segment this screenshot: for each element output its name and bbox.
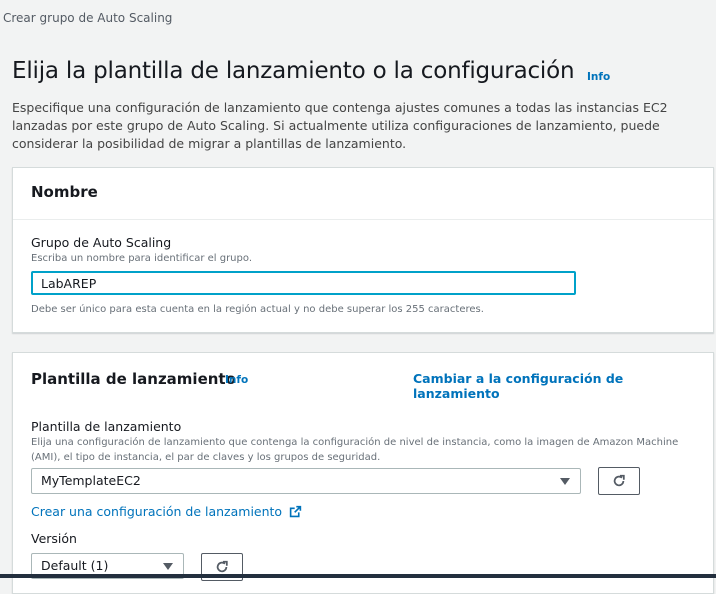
asg-name-description: Escriba un nombre para identificar el gr… (31, 253, 252, 264)
refresh-icon (216, 560, 228, 573)
refresh-templates-button[interactable] (598, 467, 640, 495)
page-title: Elija la plantilla de lanzamiento o la c… (12, 58, 575, 84)
launch-template-select[interactable]: MyTemplateEC2 (31, 468, 581, 494)
version-select-value: Default (1) (41, 558, 109, 573)
create-launch-configuration-label: Crear una configuración de lanzamiento (31, 504, 283, 519)
launch-template-description: Elija una configuración de lanzamiento q… (31, 437, 679, 463)
launch-template-select-value: MyTemplateEC2 (41, 473, 141, 488)
page-description: Especifique una configuración de lanzami… (12, 100, 668, 151)
create-launch-configuration-link[interactable]: Crear una configuración de lanzamiento (31, 504, 302, 519)
refresh-icon (613, 474, 625, 487)
asg-name-input[interactable] (31, 271, 576, 295)
caret-down-icon (163, 563, 173, 570)
launch-template-panel-title: Plantilla de lanzamiento (31, 370, 236, 388)
name-panel: Nombre Grupo de Auto Scaling Escriba un … (12, 167, 714, 333)
name-panel-title: Nombre (31, 183, 98, 201)
version-label: Versión (31, 531, 77, 546)
asg-name-label: Grupo de Auto Scaling (31, 235, 172, 250)
launch-template-panel: Plantilla de lanzamiento Info Cambiar a … (12, 352, 714, 594)
launch-template-label: Plantilla de lanzamiento (31, 419, 182, 434)
caret-down-icon (560, 478, 570, 485)
name-panel-header: Nombre (13, 168, 713, 220)
page-info-link[interactable]: Info (587, 71, 610, 83)
launch-template-panel-header: Plantilla de lanzamiento Info Cambiar a … (13, 353, 713, 403)
breadcrumb: Crear grupo de Auto Scaling (3, 11, 173, 25)
switch-to-launch-configuration-link[interactable]: Cambiar a la configuración de lanzamient… (413, 371, 713, 401)
external-link-icon (289, 505, 302, 518)
asg-name-constraint: Debe ser único para esta cuenta en la re… (31, 304, 484, 315)
launch-template-info-link[interactable]: Info (225, 374, 248, 386)
bottom-bar (0, 574, 716, 578)
